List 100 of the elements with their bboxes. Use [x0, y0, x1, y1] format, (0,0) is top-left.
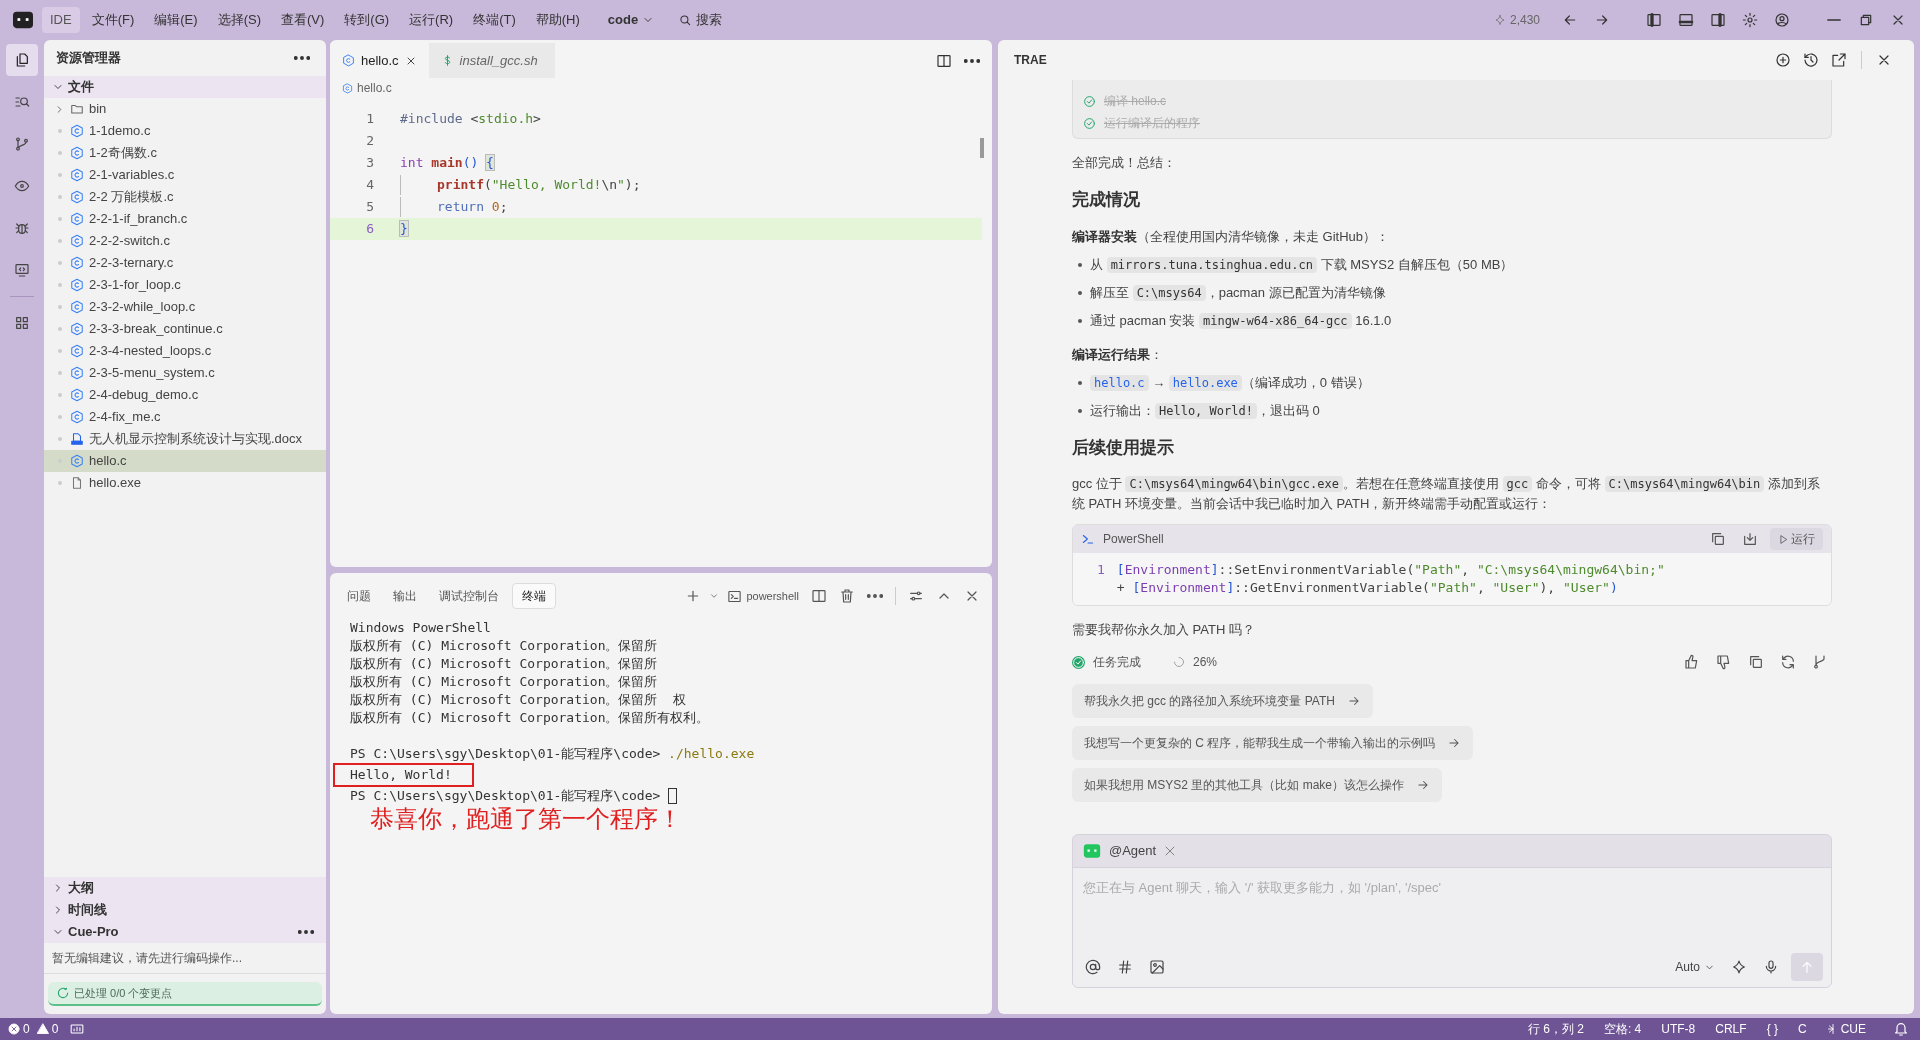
broadcast-icon[interactable] — [70, 1022, 85, 1036]
terminal-line: PS C:\Users\sgy\Desktop\01-能写程序\code> ./hello.exe — [350, 745, 755, 763]
menu-item[interactable]: 帮助(H) — [527, 7, 588, 33]
status-bar-item[interactable]: CRLF — [1711, 1020, 1751, 1038]
panel-title: TRAE — [1014, 52, 1047, 69]
trash-icon — [839, 588, 855, 604]
status-bar-item[interactable]: UTF-8 — [1657, 1020, 1700, 1038]
terminal-line: 版权所有 (C) Microsoft Corporation。保留所 — [350, 637, 658, 655]
panel-bottom-icon — [1678, 12, 1694, 28]
file-tree-item[interactable]: 2-3-2-while_loop.c — [44, 296, 326, 318]
download-icon — [1742, 531, 1758, 547]
menu-item[interactable]: 终端(T) — [465, 7, 524, 33]
split-icon — [811, 588, 827, 604]
file-tree-item[interactable]: 2-3-4-nested_loops.c — [44, 340, 326, 362]
status-bar-item[interactable]: 行 6，列 2 — [1523, 1020, 1588, 1038]
model-dropdown[interactable]: Auto — [1671, 958, 1719, 976]
annotation-text: 恭喜你，跑通了第一个程序！ — [370, 805, 682, 833]
panel-title: 资源管理器 — [56, 49, 121, 68]
c-file-icon — [70, 256, 84, 270]
menu-item[interactable]: 编辑(E) — [146, 7, 206, 33]
c-file-icon — [70, 278, 84, 292]
file-tree-item[interactable]: 2-2-3-ternary.c — [44, 252, 326, 274]
microphone-icon — [1763, 959, 1779, 975]
menu-item[interactable]: 选择(S) — [209, 7, 269, 33]
suggestion-button[interactable]: 如果我想用 MSYS2 里的其他工具（比如 make）该怎么操作 — [1072, 768, 1443, 802]
more-icon — [867, 594, 883, 598]
file-tree-item[interactable]: 2-2 万能模板.c — [44, 186, 326, 208]
panel-tab[interactable]: 问题 — [338, 583, 380, 609]
thumbs-up-icon — [1684, 654, 1700, 670]
at-icon — [1085, 959, 1101, 975]
split-icon — [936, 52, 952, 69]
file-tree-item[interactable]: 2-3-5-menu_system.c — [44, 362, 326, 384]
terminal-line: 版权所有 (C) Microsoft Corporation。保留所 — [350, 673, 658, 691]
more-icon — [294, 56, 310, 60]
file-tree-item[interactable]: 2-1-variables.c — [44, 164, 326, 186]
file-tree-item[interactable]: hello.exe — [44, 472, 326, 494]
status-bar-item[interactable]: 空格: 4 — [1599, 1020, 1646, 1038]
arrow-icon — [1346, 694, 1361, 708]
more-icon[interactable] — [298, 930, 314, 934]
project-dropdown[interactable]: code — [599, 7, 663, 33]
section-header[interactable]: 大纲 — [44, 877, 326, 899]
file-tree-item[interactable]: 无人机显示控制系统设计与实现.docx — [44, 428, 326, 450]
folder-icon — [70, 102, 84, 116]
menu-item[interactable]: 转到(G) — [336, 7, 398, 33]
refresh-icon — [56, 986, 70, 1000]
line-number: 6 — [365, 220, 374, 239]
c-file-icon — [70, 322, 84, 336]
search-field[interactable]: 搜索 — [670, 7, 731, 33]
section-header[interactable]: Cue-Pro — [44, 921, 326, 943]
file-tree-item[interactable]: 1-2奇偶数.c — [44, 142, 326, 164]
terminal-shell-button[interactable]: powershell — [723, 584, 803, 608]
terminal-line: PS C:\Users\sgy\Desktop\01-能写程序\code> — [350, 787, 662, 805]
file-tree-item[interactable]: 1-1demo.c — [44, 120, 326, 142]
history-icon — [1803, 52, 1819, 68]
status-pill: 已处理 0/0 个变更点 — [48, 982, 322, 1006]
thumbs-down-icon — [1716, 654, 1732, 670]
status-bar-item[interactable]: { } — [1762, 1020, 1782, 1038]
scrollbar-thumb[interactable] — [980, 138, 984, 158]
panel-tab[interactable]: 调试控制台 — [430, 583, 508, 609]
user-icon — [1774, 12, 1790, 28]
file-tree-item[interactable]: hello.c — [44, 450, 326, 472]
chat-input-field[interactable]: 您正在与 Agent 聊天，输入 '/' 获取更多能力，如 '/plan', '/spec' — [1073, 867, 1831, 947]
status-bar-item[interactable]: C — [1794, 1020, 1811, 1038]
ide-button[interactable]: IDE — [42, 7, 80, 33]
panel-tab[interactable]: 输出 — [384, 583, 426, 609]
terminal-line: Windows PowerShell — [350, 619, 491, 637]
more-icon — [964, 58, 980, 63]
cue-status-button[interactable]: CUE — [1822, 1020, 1870, 1038]
panel-tab[interactable]: 终端 — [512, 583, 556, 609]
file-tree-item[interactable]: 2-3-1-for_loop.c — [44, 274, 326, 296]
arrow-left-icon — [1562, 12, 1578, 28]
code-line: printf("Hello, World!\n"); — [400, 175, 641, 195]
prompt-icon — [1081, 532, 1095, 546]
file-tree-item[interactable]: 2-2-2-switch.c — [44, 230, 326, 252]
file-tree-item[interactable]: bin — [44, 98, 326, 120]
run-button[interactable]: 运行 — [1770, 528, 1823, 550]
problems-button[interactable]: 0 0 — [8, 1020, 59, 1038]
paragraph: 需要我帮你永久加入 PATH 吗？ — [1072, 621, 1256, 639]
section-header[interactable]: 时间线 — [44, 899, 326, 921]
breadcrumb[interactable]: hello.c — [357, 79, 392, 97]
restore-icon — [1858, 12, 1874, 28]
file-tree-item[interactable]: 2-4-debug_demo.c — [44, 384, 326, 406]
file-tree-item[interactable]: 2-2-1-if_branch.c — [44, 208, 326, 230]
code-language: PowerShell — [1103, 531, 1165, 548]
credits-count: 2,430 — [1509, 12, 1540, 29]
menu-item[interactable]: 查看(V) — [272, 7, 333, 33]
play-icon — [1778, 533, 1789, 545]
menu-item[interactable]: 文件(F) — [83, 7, 143, 33]
section-header[interactable]: 文件 — [44, 76, 326, 98]
suggestion-button[interactable]: 我想写一个更复杂的 C 程序，能帮我生成一个带输入输出的示例吗 — [1072, 726, 1474, 760]
file-tree-item[interactable]: 2-3-3-break_continue.c — [44, 318, 326, 340]
menu-item[interactable]: 运行(R) — [401, 7, 462, 33]
hash-icon — [1117, 959, 1133, 975]
c-file-icon — [342, 82, 353, 94]
editor-tab[interactable]: install_gcc.sh — [428, 43, 555, 78]
file-tree-item[interactable]: 2-4-fix_me.c — [44, 406, 326, 428]
activity-bar-button[interactable] — [6, 44, 38, 76]
line-number: 2 — [365, 132, 374, 151]
sparkle-icon — [1493, 14, 1506, 26]
suggestion-button[interactable]: 帮我永久把 gcc 的路径加入系统环境变量 PATH — [1072, 684, 1373, 718]
